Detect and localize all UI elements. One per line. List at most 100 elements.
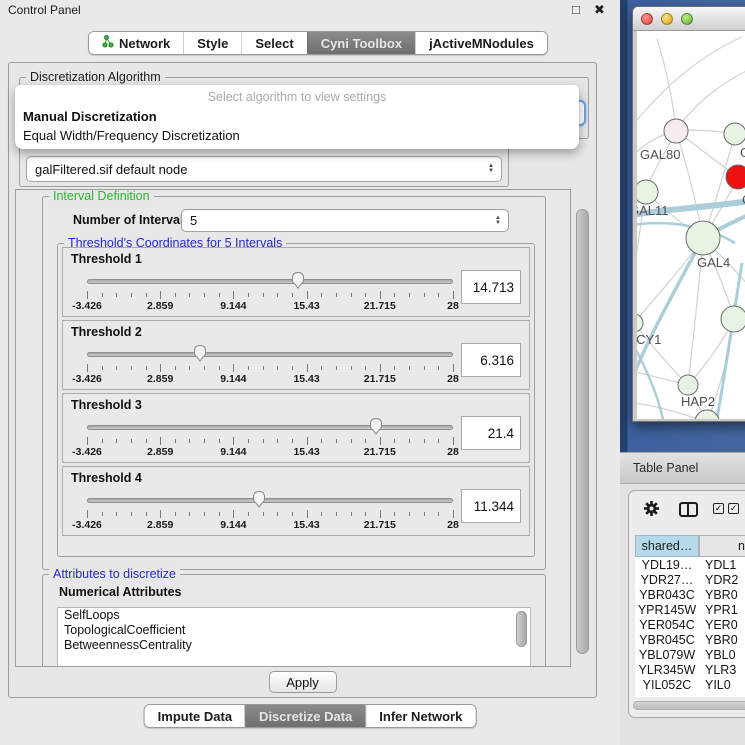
network-canvas[interactable]: GAL80GACGAL11GAL4GCY1HHAP2 (637, 31, 745, 419)
threshold-label: Threshold 2 (71, 325, 142, 339)
tick-mark (307, 437, 308, 445)
tick-mark (321, 293, 322, 297)
threshold-value-field[interactable]: 11.344 (461, 489, 521, 523)
tab-cyni-toolbox[interactable]: Cyni Toolbox (307, 32, 415, 54)
threshold-slider[interactable]: -3.4262.8599.14415.4321.71528 (87, 343, 453, 389)
attribute-list-item[interactable]: SelfLoops (58, 608, 530, 623)
threshold-slider[interactable]: -3.4262.8599.14415.4321.71528 (87, 416, 453, 462)
tab-impute-data[interactable]: Impute Data (145, 705, 245, 727)
tick-label: 21.715 (364, 300, 396, 312)
network-node[interactable] (678, 375, 698, 395)
tick-mark (438, 512, 439, 516)
tick-mark (263, 293, 264, 297)
threshold-slider[interactable]: -3.4262.8599.14415.4321.71528 (87, 489, 453, 535)
gear-icon[interactable] (643, 500, 660, 522)
checkbox-icon[interactable]: ✓ (713, 503, 724, 514)
table-row[interactable]: YBR043CYBR0 (635, 587, 745, 602)
tick-label: -3.426 (72, 519, 102, 531)
settings-vertical-scrollbar[interactable] (576, 209, 589, 654)
slider-track[interactable] (87, 279, 453, 284)
table-data-combo[interactable]: galFiltered.sif default node ▲▼ (26, 156, 502, 182)
slider-ticks (87, 437, 453, 445)
tick-mark (160, 510, 161, 518)
network-edge-highlighted (717, 263, 742, 419)
column-header-name[interactable]: n (699, 535, 745, 557)
network-node[interactable] (637, 314, 643, 332)
table-row[interactable]: YDR27…YDR2 (635, 572, 745, 587)
tick-mark (116, 512, 117, 516)
tab-discretize-data[interactable]: Discretize Data (245, 705, 365, 727)
threshold-value-field[interactable]: 14.713 (461, 270, 521, 304)
attributes-list-scrollbar[interactable] (516, 611, 527, 647)
tick-label: 21.715 (364, 519, 396, 531)
network-node[interactable] (695, 410, 719, 419)
network-node[interactable] (724, 123, 745, 145)
table-horizontal-scrollbar[interactable] (633, 701, 745, 710)
number-of-intervals-combo[interactable]: 5 ▲▼ (181, 209, 509, 232)
table-row[interactable]: YBR045CYBR0 (635, 632, 745, 647)
slider-thumb-icon[interactable] (291, 271, 306, 289)
table-row[interactable]: YPR145WYPR1 (635, 602, 745, 617)
network-node[interactable] (686, 221, 720, 255)
tick-mark (87, 364, 88, 372)
network-node[interactable] (721, 306, 745, 332)
minimize-traffic-light[interactable] (661, 13, 673, 25)
number-of-intervals-label: Number of Intervals (73, 213, 190, 227)
slider-thumb-icon[interactable] (193, 344, 208, 362)
tick-mark (189, 366, 190, 370)
tick-label: 15.43 (293, 519, 319, 531)
column-header-shared-name[interactable]: shared… (635, 535, 699, 557)
dropdown-option[interactable]: Equal Width/Frequency Discretization (15, 126, 579, 145)
cell-name: YBR0 (699, 633, 738, 647)
close-icon[interactable]: ✖ (594, 2, 605, 18)
table-panel-body: ✓ ✓ shared… n YDL19…YDL1YDR27…YDR2YBR043… (620, 484, 745, 745)
close-traffic-light[interactable] (641, 13, 653, 25)
tick-mark (321, 512, 322, 516)
network-node[interactable] (726, 165, 745, 189)
cyni-toolbox-panel: Discretization Algorithm ▲▼ Select algor… (8, 62, 597, 698)
cell-shared-name: YER054C (635, 618, 699, 632)
interval-definition-title: Interval Definition (49, 189, 154, 203)
checkbox-icon[interactable]: ✓ (728, 503, 739, 514)
attribute-list-item[interactable]: BetweennessCentrality (58, 638, 530, 653)
dropdown-placeholder-option[interactable]: Select algorithm to view settings (15, 85, 579, 107)
slider-track[interactable] (87, 498, 453, 503)
tab-style[interactable]: Style (183, 32, 241, 54)
top-tab-strip: NetworkStyleSelectCyni ToolboxjActiveMNo… (88, 31, 548, 55)
slider-thumb-icon[interactable] (369, 417, 384, 435)
attribute-list-item[interactable]: TopologicalCoefficient (58, 623, 530, 638)
float-window-icon[interactable]: □ (572, 2, 580, 17)
tick-mark (336, 293, 337, 297)
cell-shared-name: YPR145W (635, 603, 699, 617)
slider-thumb-icon[interactable] (252, 490, 267, 508)
tick-mark (175, 366, 176, 370)
cell-name: YDR2 (699, 573, 738, 587)
threshold-value-field[interactable]: 21.4 (461, 416, 521, 450)
tick-label: 2.859 (147, 519, 173, 531)
dropdown-option[interactable]: Manual Discretization (15, 107, 579, 126)
slider-track[interactable] (87, 352, 453, 357)
threshold-panel: Threshold 1 -3.4262.8599.14415.4321.7152… (62, 247, 530, 317)
threshold-value-field[interactable]: 6.316 (461, 343, 521, 377)
tick-mark (394, 366, 395, 370)
slider-track[interactable] (87, 425, 453, 430)
node-label: GAL11 (637, 203, 669, 218)
tab-network[interactable]: Network (89, 32, 183, 54)
tab-infer-network[interactable]: Infer Network (365, 705, 475, 727)
threshold-slider[interactable]: -3.4262.8599.14415.4321.71528 (87, 270, 453, 316)
table-row[interactable]: YER054CYER0 (635, 617, 745, 632)
tab-jactivemnodules[interactable]: jActiveMNodules (415, 32, 547, 54)
tick-mark (453, 437, 454, 445)
network-node[interactable] (664, 119, 688, 143)
network-node[interactable] (637, 180, 658, 204)
tab-select[interactable]: Select (241, 32, 306, 54)
split-table-icon[interactable] (679, 502, 698, 517)
table-row[interactable]: YDL19…YDL1 (635, 557, 745, 572)
table-row[interactable]: YIL052CYIL0 (635, 677, 745, 692)
apply-button[interactable]: Apply (269, 671, 337, 693)
table-row[interactable]: YLR345WYLR3 (635, 662, 745, 677)
network-edge (676, 66, 745, 131)
zoom-traffic-light[interactable] (681, 13, 693, 25)
network-window-titlebar[interactable] (633, 7, 745, 31)
table-row[interactable]: YBL079WYBL0 (635, 647, 745, 662)
